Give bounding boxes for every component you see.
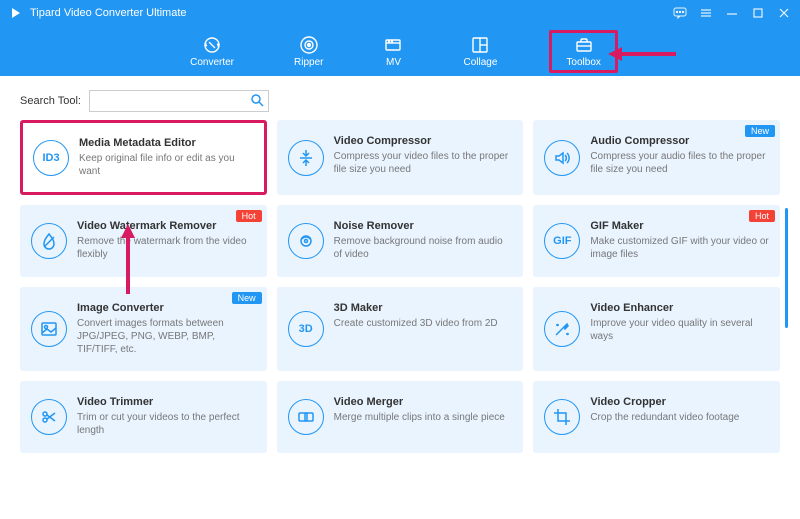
tool-title: Image Converter [77, 302, 256, 314]
tool-card[interactable]: Video Cropper Crop the redundant video fo… [533, 381, 780, 453]
tool-icon [31, 223, 67, 259]
badge-hot: Hot [236, 210, 262, 222]
tab-mv[interactable]: MV [375, 31, 411, 72]
tool-title: Audio Compressor [590, 135, 769, 147]
tool-title: Video Merger [334, 396, 513, 408]
tab-collage[interactable]: Collage [455, 31, 505, 72]
toolbox-icon [574, 35, 594, 55]
tool-description: Remove background noise from audio of vi… [334, 235, 513, 261]
tool-description: Compress your video files to the proper … [334, 150, 513, 176]
search-input[interactable] [94, 95, 250, 107]
tab-label: Collage [463, 57, 497, 68]
mv-icon [383, 35, 403, 55]
tool-title: 3D Maker [334, 302, 513, 314]
tool-title: Video Enhancer [590, 302, 769, 314]
tool-card[interactable]: ID3 Media Metadata Editor Keep original fi… [20, 120, 267, 195]
maximize-icon[interactable] [750, 5, 766, 21]
tool-card[interactable]: Noise Remover Remove background noise fro… [277, 205, 524, 277]
tools-grid: ID3 Media Metadata Editor Keep original fi… [20, 120, 780, 453]
close-icon[interactable] [776, 5, 792, 21]
badge-hot: Hot [749, 210, 775, 222]
tool-icon: GIF [544, 223, 580, 259]
tool-title: Video Trimmer [77, 396, 256, 408]
tab-label: MV [386, 57, 401, 68]
tool-card[interactable]: Image Converter Convert images formats be… [20, 287, 267, 371]
tool-card[interactable]: Video Enhancer Improve your video quality… [533, 287, 780, 371]
tool-title: Media Metadata Editor [79, 137, 254, 149]
tool-card[interactable]: Video Watermark Remover Remove the waterm… [20, 205, 267, 277]
tool-description: Merge multiple clips into a single piece [334, 411, 513, 424]
tool-title: Video Compressor [334, 135, 513, 147]
minimize-icon[interactable] [724, 5, 740, 21]
tool-icon [544, 399, 580, 435]
tool-icon [31, 311, 67, 347]
menu-icon[interactable] [698, 5, 714, 21]
tool-description: Make customized GIF with your video or i… [590, 235, 769, 261]
tool-icon [31, 399, 67, 435]
tool-description: Remove the watermark from the video flex… [77, 235, 256, 261]
feedback-icon[interactable] [672, 5, 688, 21]
tab-converter[interactable]: Converter [182, 31, 242, 72]
tool-card[interactable]: GIF GIF Maker Make customized GIF with you… [533, 205, 780, 277]
tool-icon [544, 311, 580, 347]
tool-icon [288, 223, 324, 259]
tool-title: Noise Remover [334, 220, 513, 232]
tool-icon: 3D [288, 311, 324, 347]
tab-ripper[interactable]: Ripper [286, 31, 331, 72]
tool-icon [288, 399, 324, 435]
tool-description: Trim or cut your videos to the perfect l… [77, 411, 256, 437]
tool-description: Improve your video quality in several wa… [590, 317, 769, 343]
tool-card[interactable]: 3D 3D Maker Create customized 3D video fro… [277, 287, 524, 371]
tool-icon [288, 140, 324, 176]
converter-icon [202, 35, 222, 55]
tool-title: Video Watermark Remover [77, 220, 256, 232]
tool-title: GIF Maker [590, 220, 769, 232]
tab-toolbox[interactable]: Toolbox [549, 30, 617, 73]
tool-description: Compress your audio files to the proper … [590, 150, 769, 176]
tool-description: Keep original file info or edit as you w… [79, 152, 254, 178]
tool-description: Convert images formats between JPG/JPEG,… [77, 317, 256, 356]
search-label: Search Tool: [20, 95, 81, 107]
ripper-icon [299, 35, 319, 55]
tab-label: Toolbox [566, 57, 600, 68]
search-row: Search Tool: [20, 86, 780, 120]
tool-card[interactable]: Video Merger Merge multiple clips into a … [277, 381, 524, 453]
titlebar: Tipard Video Converter Ultimate [0, 0, 800, 26]
app-logo-icon [8, 5, 24, 21]
tool-card[interactable]: Video Trimmer Trim or cut your videos to … [20, 381, 267, 453]
tool-title: Video Cropper [590, 396, 769, 408]
tool-description: Create customized 3D video from 2D [334, 317, 513, 330]
tab-label: Ripper [294, 57, 323, 68]
tool-card[interactable]: Video Compressor Compress your video file… [277, 120, 524, 195]
app-title: Tipard Video Converter Ultimate [30, 7, 672, 19]
scrollbar[interactable] [785, 208, 788, 328]
tabbar: Converter Ripper MV Collage Toolbox [0, 26, 800, 76]
search-icon[interactable] [250, 93, 264, 110]
tab-label: Converter [190, 57, 234, 68]
content-area: Search Tool: ID3 Media Metadata Editor Kee… [0, 76, 800, 519]
badge-new: New [745, 125, 775, 137]
search-box[interactable] [89, 90, 269, 112]
tool-card[interactable]: Audio Compressor Compress your audio file… [533, 120, 780, 195]
tool-description: Crop the redundant video footage [590, 411, 769, 424]
collage-icon [470, 35, 490, 55]
tool-icon: ID3 [33, 140, 69, 176]
tool-icon [544, 140, 580, 176]
badge-new: New [232, 292, 262, 304]
